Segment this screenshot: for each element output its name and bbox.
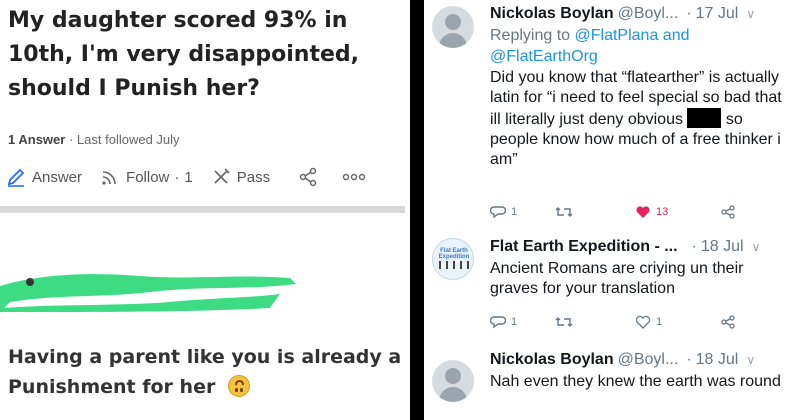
pencil-icon (7, 168, 25, 187)
more-dots-icon (342, 173, 366, 181)
quora-panel: My daughter scored 93% in 10th, I'm very… (0, 0, 410, 420)
pass-button[interactable]: Pass (211, 167, 270, 187)
chevron-down-icon[interactable]: ∨ (746, 350, 755, 371)
tweet-text: Nah even they knew the earth was round (490, 373, 781, 390)
question-actions: Answer Follow · 1 Pass (6, 164, 406, 190)
answer-label: Answer (32, 168, 83, 186)
tweet-actions: 1 13 (490, 204, 750, 220)
panel-divider (410, 0, 424, 420)
like-count: 13 (656, 206, 669, 218)
tweet-time[interactable]: 18 Jul (701, 236, 744, 257)
follow-count: 1 (184, 168, 193, 186)
like-button[interactable]: 1 (635, 315, 720, 329)
reply-icon (490, 316, 506, 329)
reply-count: 1 (511, 206, 518, 218)
mention-link[interactable]: @FlatPlana (575, 27, 659, 44)
tweet-header: Nickolas Boylan @Boyl... · 17 Jul ∨ (490, 3, 792, 25)
answer-button[interactable]: Answer (6, 167, 82, 187)
retweet-button[interactable] (555, 315, 635, 329)
header-dot: · (686, 351, 692, 368)
user-name[interactable]: Flat Earth Expedition - ... (490, 236, 678, 257)
redaction-scribble (0, 274, 296, 312)
reply-button[interactable]: 1 (490, 315, 555, 329)
avatar[interactable] (432, 6, 474, 48)
like-button[interactable]: 13 (635, 205, 720, 219)
follow-label: Follow (126, 168, 170, 186)
tweet[interactable]: Flat Earth Expedition Flat Earth Expedit… (424, 232, 800, 342)
redaction-box (687, 108, 722, 128)
more-button[interactable] (342, 172, 372, 182)
last-followed: Last followed July (76, 132, 180, 147)
tweet-header: Flat Earth Expedition - ... · 18 Jul ∨ (490, 236, 792, 258)
question-meta: 1 Answer · Last followed July (8, 132, 180, 147)
header-dot: · (686, 5, 692, 22)
chevron-down-icon[interactable]: ∨ (752, 237, 761, 258)
reply-button[interactable]: 1 (490, 205, 555, 219)
tweet-text: Ancient Romans are criying un their grav… (490, 260, 744, 297)
avatar-people-icon (439, 261, 469, 269)
user-handle[interactable]: @Boyl... (618, 3, 679, 24)
tweet-time[interactable]: 18 Jul (696, 349, 739, 370)
avatar[interactable] (432, 360, 474, 402)
share-button[interactable] (720, 315, 741, 329)
rss-icon (102, 171, 116, 185)
header-dot: · (691, 238, 697, 255)
replying-to-label: Replying to (490, 27, 571, 44)
tweet-text: Did you know that “flatearther” is actua… (490, 68, 792, 170)
avatar[interactable]: Flat Earth Expedition (432, 238, 474, 280)
retweet-icon (555, 207, 573, 217)
user-name[interactable]: Nickolas Boylan (490, 3, 614, 24)
reply-count: 1 (511, 316, 518, 328)
share-button[interactable] (720, 205, 741, 219)
answers-count[interactable]: 1 Answer (8, 132, 65, 147)
tweet-body: Nickolas Boylan @Boyl... · 17 Jul ∨ Repl… (490, 3, 792, 170)
answer-text-content: Having a parent like you is already a Pu… (8, 346, 402, 398)
tweet-actions: 1 1 (490, 314, 750, 330)
retweet-icon (555, 317, 573, 327)
and-text: and (662, 27, 690, 44)
meta-separator: · (68, 132, 74, 147)
twitter-panel: Nickolas Boylan @Boyl... · 17 Jul ∨ Repl… (424, 0, 800, 420)
tweet-body: Flat Earth Expedition - ... · 18 Jul ∨ A… (490, 236, 792, 299)
user-handle[interactable]: @Boyl... (618, 349, 679, 370)
replying-to: Replying to @FlatPlana and @FlatEarthOrg (490, 25, 792, 67)
chevron-down-icon[interactable]: ∨ (746, 4, 755, 25)
mention-link[interactable]: @FlatEarthOrg (490, 48, 598, 65)
share-icon (299, 167, 317, 187)
heart-outline-icon (635, 315, 651, 329)
heart-icon (636, 206, 650, 218)
pass-label: Pass (236, 168, 271, 186)
user-name[interactable]: Nickolas Boylan (490, 349, 614, 370)
tweet-time[interactable]: 17 Jul (696, 3, 739, 24)
answer-text: Having a parent like you is already a Pu… (8, 342, 406, 402)
tweet[interactable]: Nickolas Boylan @Boyl... · 17 Jul ∨ Repl… (424, 0, 800, 230)
follow-button[interactable]: Follow · 1 (100, 167, 193, 187)
avatar-logo-text: Flat Earth Expedition (438, 248, 470, 260)
retweet-button[interactable] (555, 205, 635, 219)
tweet-header: Nickolas Boylan @Boyl... · 18 Jul ∨ (490, 349, 792, 371)
tweet-body: Nickolas Boylan @Boyl... · 18 Jul ∨ Nah … (490, 349, 792, 392)
upside-down-face-icon (227, 375, 250, 397)
pass-pencil-icon (214, 168, 230, 184)
section-divider (0, 206, 405, 213)
share-icon (721, 315, 735, 329)
share-icon (721, 205, 735, 219)
question-title[interactable]: My daughter scored 93% in 10th, I'm very… (8, 4, 406, 106)
reply-icon (490, 206, 506, 219)
follow-separator: · (174, 168, 180, 186)
share-button[interactable] (298, 167, 324, 187)
tweet[interactable]: Nickolas Boylan @Boyl... · 18 Jul ∨ Nah … (424, 346, 800, 420)
like-count: 1 (656, 316, 663, 328)
